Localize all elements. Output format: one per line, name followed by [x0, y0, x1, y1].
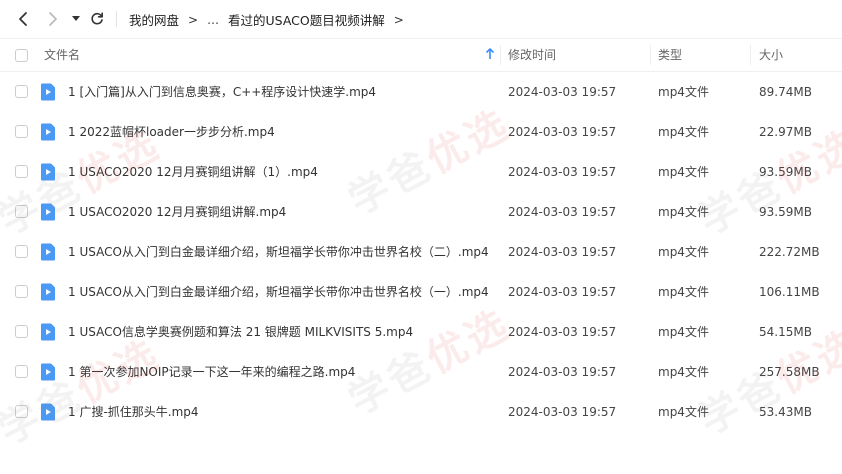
- row-checkbox[interactable]: [15, 125, 28, 138]
- file-modified-time: 2024-03-03 19:57: [508, 125, 617, 139]
- row-checkbox[interactable]: [15, 165, 28, 178]
- file-size: 93.59MB: [759, 165, 812, 179]
- table-header: 文件名 修改时间 类型 大小: [0, 38, 842, 72]
- file-modified-time: 2024-03-03 19:57: [508, 165, 617, 179]
- table-row[interactable]: 1 USACO信息学奥赛例题和算法 21 银牌题 MILKVISITS 5.mp…: [0, 312, 842, 352]
- sort-arrow-up-icon[interactable]: [485, 48, 495, 60]
- table-row[interactable]: 1 [入门篇]从入门到信息奥赛，C++程序设计快速学.mp4 2024-03-03…: [0, 72, 842, 112]
- row-checkbox[interactable]: [15, 365, 28, 378]
- file-name[interactable]: 1 USACO2020 12月月赛铜组讲解（1）.mp4: [68, 152, 318, 192]
- table-row[interactable]: 1 广搜-抓住那头牛.mp4 2024-03-03 19:57 mp4文件 53.43…: [0, 392, 842, 432]
- video-file-icon: [41, 83, 55, 101]
- file-modified-time: 2024-03-03 19:57: [508, 85, 617, 99]
- file-name[interactable]: 1 USACO信息学奥赛例题和算法 21 银牌题 MILKVISITS 5.mp…: [68, 312, 413, 352]
- file-name[interactable]: 1 第一次参加NOIP记录一下这一年来的编程之路.mp4: [68, 352, 355, 392]
- file-size: 89.74MB: [759, 85, 812, 99]
- column-divider[interactable]: [500, 45, 501, 65]
- file-type: mp4文件: [658, 125, 709, 139]
- file-type: mp4文件: [658, 165, 709, 179]
- file-name[interactable]: 1 USACO从入门到白金最详细介绍，斯坦福学长带你冲击世界名校（一）.mp4: [68, 272, 489, 312]
- video-file-icon: [41, 323, 55, 341]
- video-file-icon: [41, 403, 55, 421]
- row-checkbox[interactable]: [15, 325, 28, 338]
- file-list: 1 [入门篇]从入门到信息奥赛，C++程序设计快速学.mp4 2024-03-03…: [0, 72, 842, 432]
- column-header-name[interactable]: 文件名: [44, 39, 80, 71]
- video-file-icon: [41, 163, 55, 181]
- chevron-right-icon: [49, 12, 57, 26]
- file-table: 文件名 修改时间 类型 大小 1 [入门篇]从入门到信息奥赛，C++程序设计快速…: [0, 38, 842, 432]
- file-type: mp4文件: [658, 285, 709, 299]
- file-name[interactable]: 1 广搜-抓住那头牛.mp4: [68, 392, 199, 432]
- video-file-icon: [41, 243, 55, 261]
- file-size: 54.15MB: [759, 325, 812, 339]
- column-header-size[interactable]: 大小: [759, 39, 783, 71]
- breadcrumb: 我的网盘 > ... 看过的USACO题目视频讲解 >: [129, 10, 413, 29]
- video-file-icon: [41, 123, 55, 141]
- refresh-icon: [91, 12, 103, 25]
- chevron-left-icon: [19, 12, 27, 26]
- file-size: 257.58MB: [759, 365, 820, 379]
- file-type: mp4文件: [658, 325, 709, 339]
- toolbar-divider: [116, 11, 117, 27]
- file-size: 106.11MB: [759, 285, 820, 299]
- toolbar: 我的网盘 > ... 看过的USACO题目视频讲解 >: [0, 0, 842, 38]
- column-header-type[interactable]: 类型: [658, 39, 682, 71]
- table-row[interactable]: 1 USACO2020 12月月赛铜组讲解.mp4 2024-03-03 19:5…: [0, 192, 842, 232]
- history-dropdown-button[interactable]: [68, 8, 84, 30]
- file-type: mp4文件: [658, 405, 709, 419]
- table-row[interactable]: 1 USACO2020 12月月赛铜组讲解（1）.mp4 2024-03-03 1…: [0, 152, 842, 192]
- file-modified-time: 2024-03-03 19:57: [508, 325, 617, 339]
- row-checkbox[interactable]: [15, 85, 28, 98]
- video-file-icon: [41, 203, 55, 221]
- refresh-button[interactable]: [86, 8, 108, 30]
- table-row[interactable]: 1 第一次参加NOIP记录一下这一年来的编程之路.mp4 2024-03-03 1…: [0, 352, 842, 392]
- file-modified-time: 2024-03-03 19:57: [508, 365, 617, 379]
- row-checkbox[interactable]: [15, 285, 28, 298]
- file-name[interactable]: 1 USACO2020 12月月赛铜组讲解.mp4: [68, 192, 286, 232]
- breadcrumb-root[interactable]: 我的网盘: [129, 10, 179, 29]
- video-file-icon: [41, 283, 55, 301]
- row-checkbox[interactable]: [15, 245, 28, 258]
- breadcrumb-separator: >: [188, 12, 199, 27]
- file-name[interactable]: 1 USACO从入门到白金最详细介绍，斯坦福学长带你冲击世界名校（二）.mp4: [68, 232, 489, 272]
- dropdown-triangle-icon: [72, 16, 80, 21]
- file-modified-time: 2024-03-03 19:57: [508, 405, 617, 419]
- file-modified-time: 2024-03-03 19:57: [508, 245, 617, 259]
- row-checkbox[interactable]: [15, 405, 28, 418]
- column-divider[interactable]: [750, 45, 751, 65]
- table-row[interactable]: 1 USACO从入门到白金最详细介绍，斯坦福学长带你冲击世界名校（一）.mp4 2…: [0, 272, 842, 312]
- file-type: mp4文件: [658, 365, 709, 379]
- column-divider[interactable]: [650, 45, 651, 65]
- file-modified-time: 2024-03-03 19:57: [508, 205, 617, 219]
- file-modified-time: 2024-03-03 19:57: [508, 285, 617, 299]
- breadcrumb-current[interactable]: 看过的USACO题目视频讲解: [228, 10, 385, 29]
- file-size: 22.97MB: [759, 125, 812, 139]
- breadcrumb-ellipsis[interactable]: ...: [207, 12, 219, 27]
- file-name[interactable]: 1 [入门篇]从入门到信息奥赛，C++程序设计快速学.mp4: [68, 72, 376, 112]
- file-size: 222.72MB: [759, 245, 820, 259]
- table-row[interactable]: 1 USACO从入门到白金最详细介绍，斯坦福学长带你冲击世界名校（二）.mp4 2…: [0, 232, 842, 272]
- file-size: 53.43MB: [759, 405, 812, 419]
- file-type: mp4文件: [658, 245, 709, 259]
- file-type: mp4文件: [658, 85, 709, 99]
- file-type: mp4文件: [658, 205, 709, 219]
- forward-button[interactable]: [42, 8, 64, 30]
- select-all-checkbox[interactable]: [15, 49, 28, 62]
- file-size: 93.59MB: [759, 205, 812, 219]
- file-name[interactable]: 1 2022蓝帽杯loader一步步分析.mp4: [68, 112, 275, 152]
- breadcrumb-separator[interactable]: >: [394, 13, 404, 27]
- video-file-icon: [41, 363, 55, 381]
- column-header-time[interactable]: 修改时间: [508, 39, 556, 71]
- back-button[interactable]: [12, 8, 34, 30]
- row-checkbox[interactable]: [15, 205, 28, 218]
- table-row[interactable]: 1 2022蓝帽杯loader一步步分析.mp4 2024-03-03 19:57…: [0, 112, 842, 152]
